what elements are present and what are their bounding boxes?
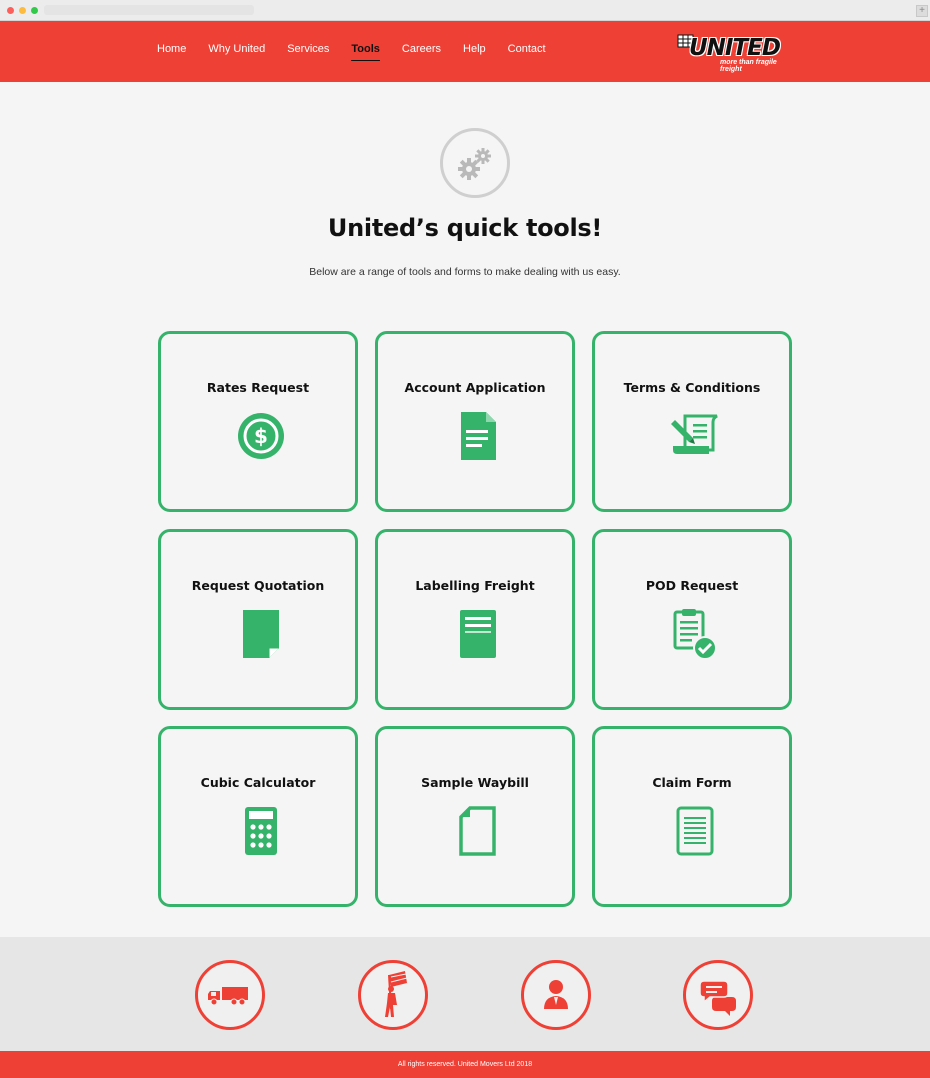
mover-flag-icon[interactable] [358,960,428,1030]
site-header: Home Why United Services Tools Careers H… [0,21,930,82]
lined-form-icon [676,806,714,856]
tool-card-label: Account Application [404,380,546,395]
window-close-button[interactable] [7,7,14,14]
tool-card-labelling-freight[interactable]: Labelling Freight [375,529,575,710]
dollar-coin-icon: $ [238,413,284,459]
tool-card-pod-request[interactable]: POD Request [592,529,792,710]
tool-card-label: Terms & Conditions [623,380,761,395]
logo-tagline: more than fragile freight [720,59,777,73]
page-curl-icon [243,610,279,658]
copyright-text: All rights reserved. United Movers Ltd 2… [397,1061,533,1068]
united-logo[interactable]: UNITED more than fragile freight [675,31,795,73]
tool-card-label: Labelling Freight [415,578,535,593]
new-tab-button[interactable]: + [916,5,928,17]
logo-wordmark: UNITED [689,35,781,61]
nav-careers[interactable]: Careers [402,43,441,63]
tool-card-label: Sample Waybill [421,775,529,790]
label-sheet-icon [460,610,496,658]
blank-page-icon [459,806,496,856]
page-title: United’s quick tools! [327,214,603,242]
person-icon[interactable] [521,960,591,1030]
tool-card-sample-waybill[interactable]: Sample Waybill [375,726,575,907]
tool-card-cubic-calculator[interactable]: Cubic Calculator [158,726,358,907]
svg-text:$: $ [254,424,268,448]
nav-help[interactable]: Help [463,43,486,63]
calculator-icon [245,807,277,855]
nav-home[interactable]: Home [157,43,186,63]
tool-card-claim-form[interactable]: Claim Form [592,726,792,907]
chat-bubbles-icon[interactable] [683,960,753,1030]
tool-card-rates-request[interactable]: Rates Request $ [158,331,358,512]
browser-chrome: + [0,0,930,21]
browser-tab[interactable] [44,5,254,15]
nav-services[interactable]: Services [287,43,329,63]
nav-contact[interactable]: Contact [508,43,546,63]
nav-tools[interactable]: Tools [351,43,380,63]
tool-card-label: Cubic Calculator [200,775,316,790]
clipboard-check-icon [673,609,717,660]
main-nav: Home Why United Services Tools Careers H… [157,43,568,63]
gears-icon [440,128,510,198]
truck-icon[interactable] [195,960,265,1030]
tool-card-terms-conditions[interactable]: Terms & Conditions [592,331,792,512]
scroll-pen-icon [671,414,718,454]
footer-icon-band [0,937,930,1051]
copyright-bar: All rights reserved. United Movers Ltd 2… [0,1051,930,1078]
tool-card-account-application[interactable]: Account Application [375,331,575,512]
tool-card-label: Claim Form [652,775,732,790]
tool-card-label: POD Request [645,578,739,593]
document-icon [461,412,496,460]
tool-card-label: Rates Request [206,380,310,395]
window-minimize-button[interactable] [19,7,26,14]
window-zoom-button[interactable] [31,7,38,14]
tool-card-request-quotation[interactable]: Request Quotation [158,529,358,710]
tool-card-label: Request Quotation [191,578,325,593]
nav-why-united[interactable]: Why United [208,43,265,63]
page-subtitle: Below are a range of tools and forms to … [309,266,621,278]
